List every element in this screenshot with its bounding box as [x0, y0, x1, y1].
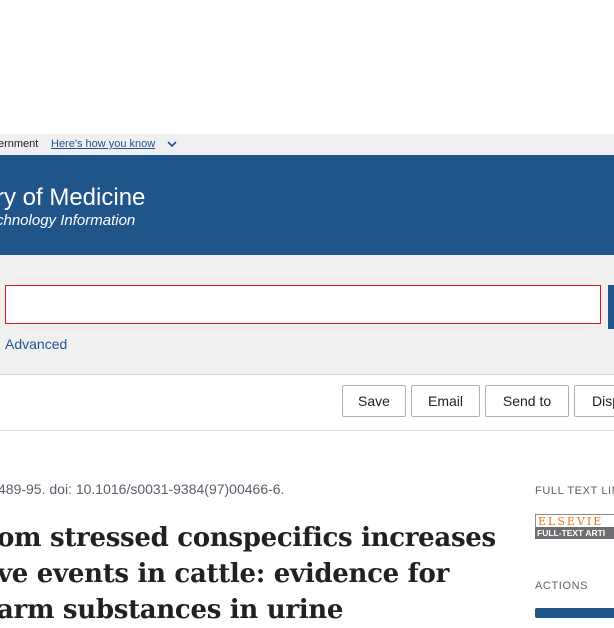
full-text-links-heading: FULL TEXT LIN [535, 485, 614, 497]
article-title: om stressed conspecifics increases ve ev… [0, 520, 496, 628]
site-logo-title[interactable]: ry of Medicine [0, 184, 145, 212]
save-button[interactable]: Save [342, 385, 406, 417]
article-title-line: arm substances in urine [0, 595, 344, 625]
search-input[interactable] [5, 285, 601, 324]
elsevier-full-text-link[interactable]: ELSEVIE FULL-TEXT ARTI [535, 514, 614, 539]
actions-cite-button[interactable] [535, 608, 614, 618]
search-button[interactable] [608, 285, 614, 329]
display-options-button[interactable]: Disp [574, 385, 614, 417]
email-button[interactable]: Email [411, 385, 480, 417]
site-header: ry of Medicine chnology Information [0, 155, 614, 255]
gov-banner-text: ernment [0, 138, 39, 150]
article-toolbar: Save Email Send to Disp [0, 375, 614, 431]
send-to-button[interactable]: Send to [485, 385, 569, 417]
elsevier-full-text-label: FULL-TEXT ARTI [535, 527, 614, 539]
site-logo-subtitle[interactable]: chnology Information [0, 212, 135, 230]
advanced-search-link[interactable]: Advanced [5, 336, 67, 352]
heres-how-you-know-link[interactable]: Here's how you know [51, 134, 155, 155]
actions-heading: ACTIONS [535, 580, 589, 592]
article-citation: 489-95. doi: 10.1016/s0031-9384(97)00466… [0, 481, 285, 497]
elsevier-logo-text: ELSEVIE [535, 514, 614, 528]
gov-banner: ernment Here's how you know [0, 134, 614, 155]
search-bar: Advanced [0, 255, 614, 375]
article-title-line: om stressed conspecifics increases [0, 523, 496, 553]
chevron-down-icon[interactable] [167, 139, 177, 149]
article-title-line: ve events in cattle: evidence for [0, 559, 449, 589]
